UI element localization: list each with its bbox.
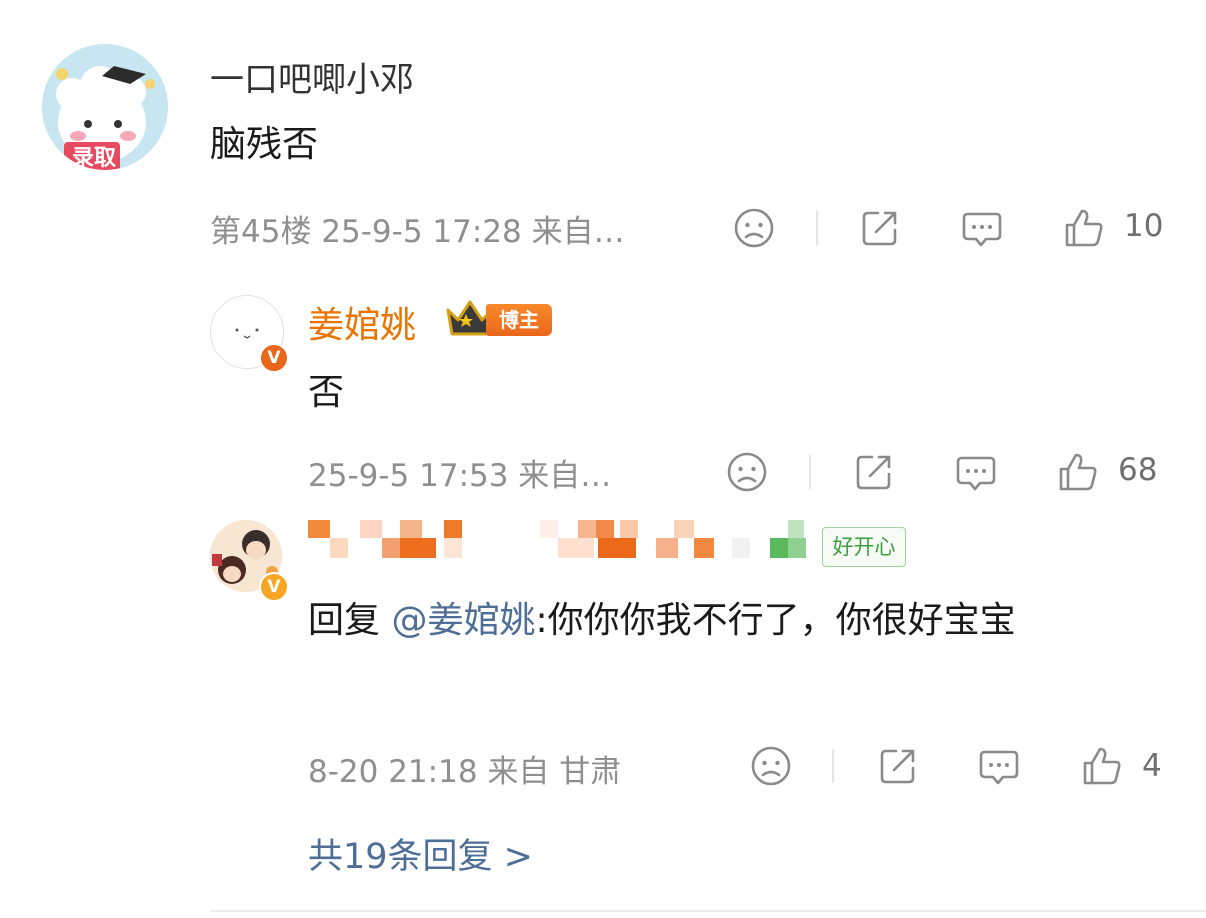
reply-meta: 25-9-5 17:53 来自… xyxy=(308,458,612,494)
divider xyxy=(832,749,834,783)
more-replies-link[interactable]: 共19条回复 > xyxy=(308,828,533,879)
commenter-name[interactable]: 一口吧唧小邓 xyxy=(210,52,414,101)
dislike-face-icon[interactable] xyxy=(732,206,776,250)
verified-badge-icon: V xyxy=(259,572,289,602)
like-thumb-icon[interactable] xyxy=(1056,450,1100,494)
dislike-face-icon[interactable] xyxy=(725,450,769,494)
dislike-face-icon[interactable] xyxy=(749,744,793,788)
status-tag-label: 好开心 xyxy=(832,535,896,559)
share-icon[interactable] xyxy=(852,450,896,494)
commenter-avatar[interactable]: 录取 xyxy=(42,44,168,170)
share-icon[interactable] xyxy=(876,744,920,788)
comment-icon[interactable] xyxy=(977,744,1021,788)
reply-text: 回复 @姜婠姚:你你你我不行了，你很好宝宝 xyxy=(308,590,1158,652)
comment-icon[interactable] xyxy=(960,206,1004,250)
bottom-divider xyxy=(210,910,1206,912)
share-icon[interactable] xyxy=(858,206,902,250)
reply-body: :你你你我不行了，你很好宝宝 xyxy=(535,600,1016,641)
comment-icon[interactable] xyxy=(954,450,998,494)
blogger-badge: 博主 xyxy=(486,304,552,336)
like-thumb-icon[interactable] xyxy=(1080,744,1124,788)
divider xyxy=(816,211,818,245)
reply-meta: 8-20 21:18 来自 甘肃 xyxy=(308,754,622,790)
blogger-badge-label: 博主 xyxy=(499,308,539,332)
avatar-text: 录取 xyxy=(72,146,117,170)
like-count: 4 xyxy=(1142,748,1162,784)
comment-text: 脑残否 xyxy=(210,124,319,165)
like-thumb-icon[interactable] xyxy=(1062,206,1106,250)
comment-meta: 第45楼 25-9-5 17:28 来自… xyxy=(210,214,625,250)
blurred-username[interactable] xyxy=(308,520,818,560)
reply-prefix: 回复 xyxy=(308,600,381,641)
divider xyxy=(809,455,811,489)
like-count: 10 xyxy=(1124,208,1164,244)
reply-text: 否 xyxy=(308,372,345,413)
verified-badge-icon: V xyxy=(259,343,289,373)
like-count: 68 xyxy=(1118,452,1158,488)
reply-author-name[interactable]: 姜婠姚 xyxy=(308,296,416,348)
mention-link[interactable]: @姜婠姚 xyxy=(391,600,535,641)
status-tag: 好开心 xyxy=(822,527,906,567)
